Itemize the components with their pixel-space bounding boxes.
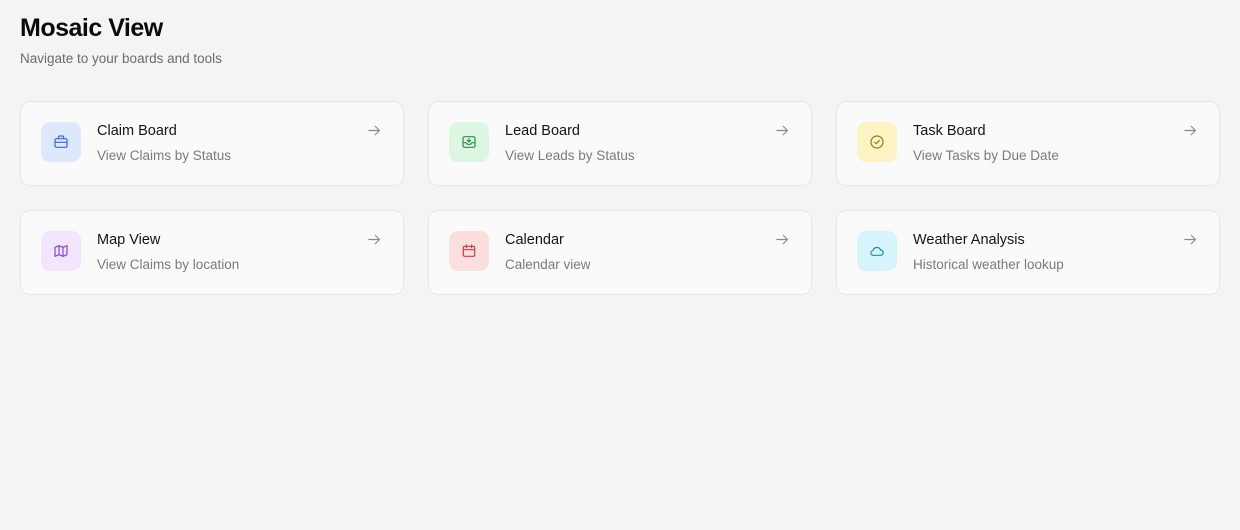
- arrow-right-icon: [368, 125, 381, 136]
- card-icon-tile: [41, 231, 81, 271]
- card-title: Task Board: [913, 123, 986, 139]
- board-grid: Claim Board View Claims by Status Lead B…: [20, 101, 1220, 295]
- card-lead-board[interactable]: Lead Board View Leads by Status: [428, 101, 812, 186]
- card-icon-tile: [449, 122, 489, 162]
- card-description: View Tasks by Due Date: [913, 148, 1059, 163]
- map-icon: [54, 245, 68, 257]
- page-title: Mosaic View: [20, 14, 163, 42]
- card-icon-tile: [41, 122, 81, 162]
- card-description: View Claims by Status: [97, 148, 232, 163]
- card-title: Lead Board: [505, 123, 580, 139]
- card-title: Map View: [97, 232, 161, 248]
- card-icon-tile: [857, 231, 897, 271]
- card-title: Calendar: [505, 232, 564, 248]
- card-icon-tile: [857, 122, 897, 162]
- card-title: Claim Board: [97, 123, 177, 139]
- page-subtitle: Navigate to your boards and tools: [20, 51, 222, 66]
- arrow-right-icon: [776, 125, 789, 136]
- card-description: Historical weather lookup: [913, 257, 1064, 272]
- card-weather-analysis[interactable]: Weather Analysis Historical weather look…: [836, 210, 1220, 295]
- arrow-right-icon: [368, 234, 381, 245]
- card-calendar[interactable]: Calendar Calendar view: [428, 210, 812, 295]
- cloud-icon: [870, 246, 884, 256]
- arrow-right-icon: [776, 234, 789, 245]
- card-description: View Claims by location: [97, 257, 240, 272]
- card-task-board[interactable]: Task Board View Tasks by Due Date: [836, 101, 1220, 186]
- arrow-right-icon: [1184, 234, 1197, 245]
- card-icon-tile: [449, 231, 489, 271]
- inbox-icon: [462, 136, 476, 148]
- card-description: View Leads by Status: [505, 148, 635, 163]
- check-circle-icon: [870, 135, 884, 149]
- briefcase-icon: [54, 135, 68, 148]
- card-map-view[interactable]: Map View View Claims by location: [20, 210, 404, 295]
- card-claim-board[interactable]: Claim Board View Claims by Status: [20, 101, 404, 186]
- calendar-icon: [462, 244, 476, 257]
- arrow-right-icon: [1184, 125, 1197, 136]
- card-description: Calendar view: [505, 257, 591, 272]
- card-title: Weather Analysis: [913, 232, 1025, 248]
